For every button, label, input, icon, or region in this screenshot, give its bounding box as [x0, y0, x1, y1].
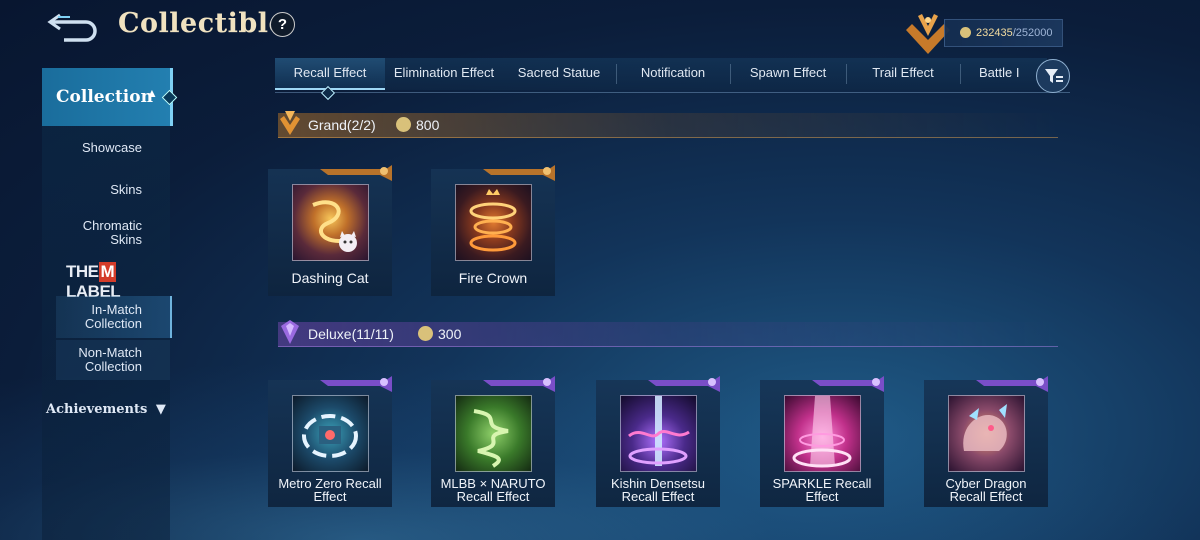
deluxe-ribbon-icon [976, 376, 1048, 392]
section-title: Grand(2/2) [308, 117, 376, 133]
coin-icon [960, 27, 971, 38]
tab-spawn-effect[interactable]: Spawn Effect [731, 58, 845, 90]
metro-zero-thumbnail [292, 395, 369, 472]
card-label: SPARKLE Recall Effect [772, 476, 872, 504]
tabs-divider [275, 92, 1070, 93]
coin-icon [418, 326, 433, 341]
sidebar-item-label: In-Match Collection [84, 302, 142, 331]
sparkle-thumbnail [784, 395, 861, 472]
section-header-bar [278, 113, 1058, 138]
card-label: MLBB × NARUTO Recall Effect [440, 476, 546, 504]
sidebar-item-achievements[interactable]: Achievements ▼ [46, 402, 166, 417]
deluxe-ribbon-icon [483, 376, 555, 392]
tab-recall-effect[interactable]: Recall Effect [275, 58, 385, 90]
sidebar-item-showcase[interactable]: Showcase [82, 141, 142, 155]
sidebar-item-label: Collection [56, 87, 153, 107]
sidebar-item-label: Chromatic [82, 218, 142, 233]
deluxe-ribbon-icon [320, 376, 392, 392]
kishin-densetsu-thumbnail [620, 395, 697, 472]
card-label: Fire Crown [458, 270, 528, 286]
points-current: 232435 [976, 27, 1013, 39]
tab-divider [960, 64, 961, 84]
deluxe-ribbon-icon [812, 376, 884, 392]
sidebar-item-label: Non-Match Collection [78, 345, 142, 374]
category-tabs: Recall Effect Elimination Effect Sacred … [275, 58, 1047, 90]
naruto-thumbnail [455, 395, 532, 472]
collectible-card-dashing-cat[interactable]: Dashing Cat [268, 165, 392, 296]
deluxe-rank-icon [279, 318, 301, 346]
grand-rank-icon [279, 109, 301, 137]
collectible-card-sparkle[interactable]: SPARKLE Recall Effect [760, 376, 884, 507]
sidebar-item-skins[interactable]: Skins [110, 183, 142, 197]
tab-elimination-effect[interactable]: Elimination Effect [388, 58, 500, 90]
selection-diamond-icon [161, 89, 178, 106]
collectible-card-metro-zero[interactable]: Metro Zero Recall Effect [268, 376, 392, 507]
section-price: 300 [438, 326, 462, 342]
deluxe-ribbon-icon [648, 376, 720, 392]
grand-ribbon-icon [483, 165, 555, 181]
fire-crown-thumbnail [455, 184, 532, 261]
section-deluxe: Deluxe(11/11) 300 [278, 320, 1058, 348]
page-title: Collectible [118, 8, 287, 39]
collectible-card-kishin-densetsu[interactable]: Kishin Densetsu Recall Effect [596, 376, 720, 507]
section-grand: Grand(2/2) 800 [278, 111, 1058, 139]
card-label: Dashing Cat [291, 270, 369, 286]
chevron-up-icon: ▲ [146, 86, 158, 100]
grand-ribbon-icon [320, 165, 392, 181]
filter-icon[interactable] [1036, 59, 1070, 93]
sidebar-item-label: Skins [110, 232, 142, 247]
tab-sacred-statue[interactable]: Sacred Statue [503, 58, 615, 90]
sidebar-item-chromatic-skins[interactable]: Chromatic Skins [83, 219, 142, 247]
section-price: 800 [416, 117, 440, 133]
cyber-dragon-thumbnail [948, 395, 1025, 472]
collectible-card-fire-crown[interactable]: Fire Crown [431, 165, 555, 296]
sidebar-item-collection[interactable]: Collection ▲ [42, 68, 178, 126]
points-total: /252000 [1012, 27, 1053, 39]
tab-notification[interactable]: Notification [617, 58, 729, 90]
collectible-card-mlbb-naruto[interactable]: MLBB × NARUTO Recall Effect [431, 376, 555, 507]
card-label: Cyber Dragon Recall Effect [945, 476, 1027, 504]
dashing-cat-thumbnail [292, 184, 369, 261]
tab-trail-effect[interactable]: Trail Effect [847, 58, 959, 90]
help-button[interactable]: ? [270, 12, 295, 37]
collectible-card-cyber-dragon[interactable]: Cyber Dragon Recall Effect [924, 376, 1048, 507]
collection-points-display: 232435/252000 [944, 19, 1063, 47]
sidebar: Collection ▲ Showcase Skins Chromatic Sk… [42, 68, 178, 540]
card-label: Kishin Densetsu Recall Effect [611, 476, 705, 504]
sidebar-item-in-match-collection[interactable]: In-Match Collection [56, 296, 172, 338]
section-header-bar [278, 322, 1058, 347]
sidebar-item-non-match-collection[interactable]: Non-Match Collection [56, 340, 170, 380]
card-label: Metro Zero Recall Effect [278, 476, 382, 504]
section-title: Deluxe(11/11) [308, 326, 394, 342]
chevron-down-icon: ▼ [155, 402, 166, 417]
back-arrow-icon[interactable] [46, 8, 106, 42]
coin-icon [396, 117, 411, 132]
